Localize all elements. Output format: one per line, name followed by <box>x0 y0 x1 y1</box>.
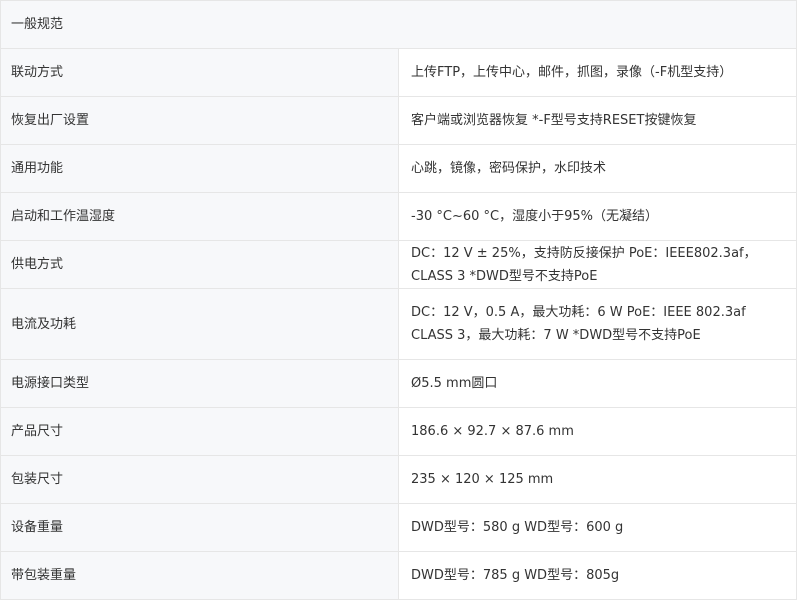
spec-value: 235 × 120 × 125 mm <box>398 455 797 504</box>
spec-label: 设备重量 <box>0 503 399 552</box>
spec-row-power-connector: 电源接口类型 Ø5.5 mm圆口 <box>0 359 797 408</box>
spec-label: 启动和工作温湿度 <box>0 192 399 241</box>
spec-row-product-dimensions: 产品尺寸 186.6 × 92.7 × 87.6 mm <box>0 407 797 456</box>
spec-row-linkage: 联动方式 上传FTP，上传中心，邮件，抓图，录像（-F机型支持） <box>0 48 797 97</box>
spec-value: DWD型号：580 g WD型号：600 g <box>398 503 797 552</box>
spec-row-temperature-humidity: 启动和工作温湿度 -30 °C~60 °C，湿度小于95%（无凝结） <box>0 192 797 241</box>
spec-row-factory-reset: 恢复出厂设置 客户端或浏览器恢复 *-F型号支持RESET按键恢复 <box>0 96 797 145</box>
spec-label: 电流及功耗 <box>0 288 399 360</box>
spec-table: 一般规范 联动方式 上传FTP，上传中心，邮件，抓图，录像（-F机型支持） 恢复… <box>0 0 797 600</box>
spec-value: 客户端或浏览器恢复 *-F型号支持RESET按键恢复 <box>398 96 797 145</box>
spec-row-power-supply: 供电方式 DC：12 V ± 25%，支持防反接保护 PoE：IEEE802.3… <box>0 240 797 289</box>
spec-label: 通用功能 <box>0 144 399 193</box>
spec-row-device-weight: 设备重量 DWD型号：580 g WD型号：600 g <box>0 503 797 552</box>
spec-label: 联动方式 <box>0 48 399 97</box>
spec-value: -30 °C~60 °C，湿度小于95%（无凝结） <box>398 192 797 241</box>
spec-value: Ø5.5 mm圆口 <box>398 359 797 408</box>
spec-value: 上传FTP，上传中心，邮件，抓图，录像（-F机型支持） <box>398 48 797 97</box>
spec-value: DC：12 V ± 25%，支持防反接保护 PoE：IEEE802.3af，CL… <box>398 240 797 289</box>
spec-label: 供电方式 <box>0 240 399 289</box>
section-header-row: 一般规范 <box>0 0 797 49</box>
spec-row-current-power: 电流及功耗 DC：12 V，0.5 A，最大功耗：6 W PoE：IEEE 80… <box>0 288 797 360</box>
spec-value: 心跳，镜像，密码保护，水印技术 <box>398 144 797 193</box>
spec-value: DC：12 V，0.5 A，最大功耗：6 W PoE：IEEE 802.3af … <box>398 288 797 360</box>
spec-row-packaged-weight: 带包装重量 DWD型号：785 g WD型号：805g <box>0 551 797 600</box>
spec-label: 带包装重量 <box>0 551 399 600</box>
spec-label: 包装尺寸 <box>0 455 399 504</box>
spec-label: 电源接口类型 <box>0 359 399 408</box>
spec-value: 186.6 × 92.7 × 87.6 mm <box>398 407 797 456</box>
spec-row-package-dimensions: 包装尺寸 235 × 120 × 125 mm <box>0 455 797 504</box>
spec-value: DWD型号：785 g WD型号：805g <box>398 551 797 600</box>
spec-row-general-functions: 通用功能 心跳，镜像，密码保护，水印技术 <box>0 144 797 193</box>
section-title: 一般规范 <box>0 0 797 49</box>
spec-label: 产品尺寸 <box>0 407 399 456</box>
spec-label: 恢复出厂设置 <box>0 96 399 145</box>
